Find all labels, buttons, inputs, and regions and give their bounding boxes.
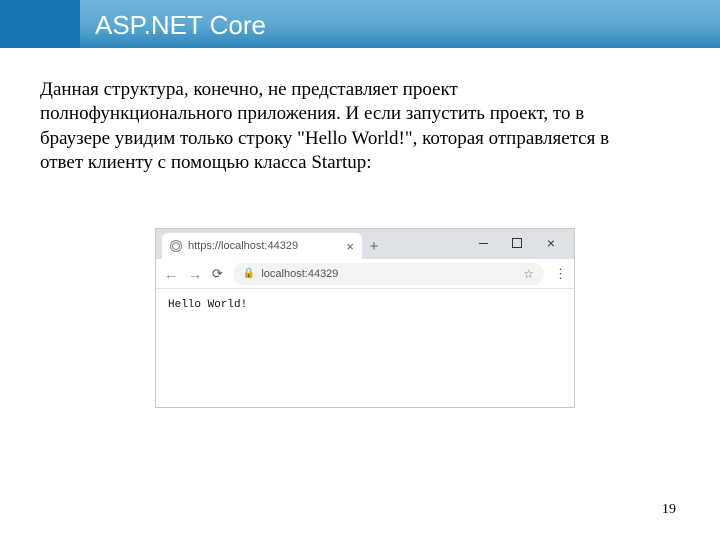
maximize-button[interactable] bbox=[500, 233, 534, 253]
lock-icon: 🔒 bbox=[243, 268, 255, 279]
new-tab-button[interactable]: + bbox=[362, 238, 386, 259]
menu-dots-icon[interactable]: ⋮ bbox=[554, 266, 566, 282]
address-field[interactable]: 🔒 localhost:44329 ☆ bbox=[233, 263, 544, 285]
bookmark-star-icon[interactable]: ☆ bbox=[523, 267, 534, 281]
header: ASP.NET Core bbox=[0, 0, 720, 62]
page-content: Hello World! bbox=[156, 289, 574, 321]
browser-tab[interactable]: https://localhost:44329 × bbox=[162, 233, 362, 259]
header-accent-block bbox=[0, 0, 80, 48]
back-button[interactable]: ← bbox=[164, 266, 178, 282]
tab-close-icon[interactable]: × bbox=[346, 239, 354, 254]
body-paragraph: Данная структура, конечно, не представля… bbox=[40, 78, 620, 175]
browser-tab-strip: https://localhost:44329 × + × bbox=[156, 229, 574, 259]
url-text: localhost:44329 bbox=[261, 268, 338, 280]
browser-window: https://localhost:44329 × + × ← → ⟳ 🔒 lo… bbox=[155, 228, 575, 408]
close-button[interactable]: × bbox=[534, 233, 568, 253]
window-controls: × bbox=[466, 229, 574, 259]
globe-icon bbox=[170, 240, 182, 252]
tab-title: https://localhost:44329 bbox=[188, 240, 340, 252]
slide-title: ASP.NET Core bbox=[95, 10, 266, 41]
address-bar: ← → ⟳ 🔒 localhost:44329 ☆ ⋮ bbox=[156, 259, 574, 289]
forward-button[interactable]: → bbox=[188, 266, 202, 282]
page-number: 19 bbox=[662, 502, 676, 518]
minimize-button[interactable] bbox=[466, 233, 500, 253]
reload-button[interactable]: ⟳ bbox=[212, 266, 223, 282]
